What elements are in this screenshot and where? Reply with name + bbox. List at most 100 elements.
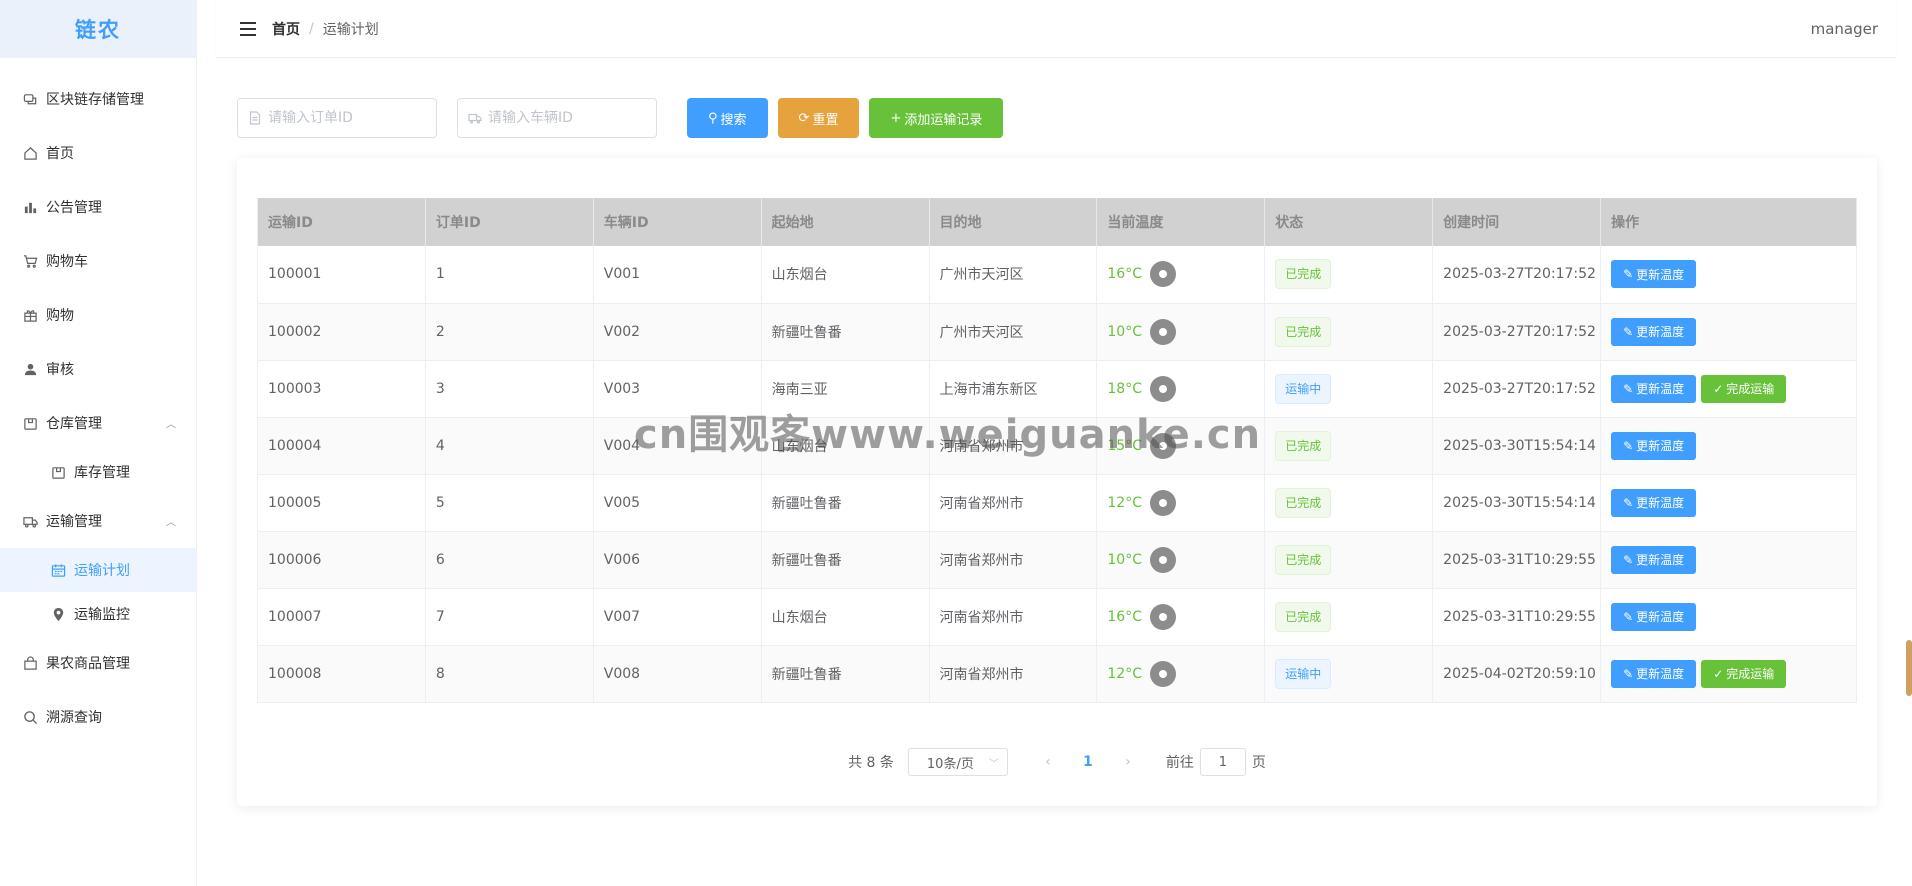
update-temperature-button[interactable]: ✎ 更新温度 xyxy=(1611,659,1697,688)
cell-created-time: 2025-03-27T20:17:52 xyxy=(1432,360,1602,418)
goto-prefix: 前往 xyxy=(1165,755,1194,771)
cell-destination: 河南省郑州市 xyxy=(929,588,1098,646)
cell-order-id: 6 xyxy=(425,531,594,589)
vehicle-id-field[interactable] xyxy=(457,98,657,138)
scroll-handle[interactable] xyxy=(1906,640,1912,696)
box-icon xyxy=(50,464,66,480)
sidebar-item-audit[interactable]: 审核 xyxy=(0,342,196,396)
cell-destination: 广州市天河区 xyxy=(929,303,1098,361)
cell-status: 已完成 xyxy=(1264,588,1434,646)
update-temperature-button[interactable]: ✎ 更新温度 xyxy=(1611,374,1697,403)
temperature-value: 18°C xyxy=(1107,375,1176,402)
vehicle-id-input[interactable] xyxy=(488,110,648,126)
bar-chart-icon xyxy=(22,199,38,215)
temperature-value: 10°C xyxy=(1107,546,1176,573)
temperature-value: 16°C xyxy=(1107,261,1176,288)
sidebar-item-label: 购物车 xyxy=(46,254,88,270)
status-badge: 已完成 xyxy=(1275,259,1332,290)
cell-transport-id: 100004 xyxy=(257,417,426,475)
complete-transport-button[interactable]: ✓ 完成运输 xyxy=(1701,374,1787,403)
cell-actions: ✎ 更新温度 xyxy=(1600,303,1857,361)
goto-page-input[interactable]: 1 xyxy=(1199,748,1246,776)
cell-actions: ✎ 更新温度 ✓ 完成运输 xyxy=(1600,645,1857,703)
cell-status: 已完成 xyxy=(1264,246,1434,304)
sidebar-item-transport[interactable]: 运输管理 ︿ xyxy=(0,494,196,548)
cell-vehicle-id: V007 xyxy=(593,588,762,646)
cell-vehicle-id: V005 xyxy=(593,474,762,532)
status-badge: 已完成 xyxy=(1275,487,1332,518)
column-header: 操作 xyxy=(1600,198,1857,246)
cart-icon xyxy=(22,253,38,269)
cell-vehicle-id: V006 xyxy=(593,531,762,589)
column-header: 车辆ID xyxy=(593,198,762,246)
table-row: 100008 8 V008 新疆吐鲁番 河南省郑州市 12°C 运输中 2025… xyxy=(257,645,1857,703)
sidebar-item-home[interactable]: 首页 xyxy=(0,126,196,180)
box-icon xyxy=(22,415,38,431)
next-page-button[interactable]: › xyxy=(1113,754,1143,770)
breadcrumb-home[interactable]: 首页 xyxy=(272,19,300,39)
update-temperature-button[interactable]: ✎ 更新温度 xyxy=(1611,260,1697,289)
sidebar-item-fruit-products[interactable]: 果农商品管理 xyxy=(0,636,196,690)
update-temperature-button[interactable]: ✎ 更新温度 xyxy=(1611,431,1697,460)
user-name[interactable]: manager xyxy=(1811,20,1878,38)
cell-vehicle-id: V008 xyxy=(593,645,762,703)
status-badge: 已完成 xyxy=(1275,601,1332,632)
sidebar-item-warehouse[interactable]: 仓库管理 ︿ xyxy=(0,396,196,450)
table-card: 运输ID 订单ID 车辆ID 起始地 目的地 当前温度 状态 创建时间 操作 1… xyxy=(237,158,1877,806)
cell-order-id: 2 xyxy=(425,303,594,361)
location-icon xyxy=(50,606,66,622)
temperature-text: 10°C xyxy=(1107,323,1142,340)
order-id-field[interactable] xyxy=(237,98,437,138)
cell-transport-id: 100005 xyxy=(257,474,426,532)
thermometer-icon xyxy=(1149,375,1176,402)
pagination: 共 8 条 10条/页 ﹀ ‹ 1 › 前往 1 页 xyxy=(237,748,1877,776)
update-label: 更新温度 xyxy=(1636,325,1685,339)
cell-origin: 新疆吐鲁番 xyxy=(761,474,930,532)
prev-page-button[interactable]: ‹ xyxy=(1033,754,1063,770)
reset-button[interactable]: ⟳ 重置 xyxy=(777,98,860,138)
page-number-current[interactable]: 1 xyxy=(1073,754,1103,770)
edit-icon: ✎ xyxy=(1623,609,1634,624)
search-button[interactable]: ⚲ 搜索 xyxy=(687,98,768,138)
update-temperature-button[interactable]: ✎ 更新温度 xyxy=(1611,545,1697,574)
plus-icon: + xyxy=(890,110,902,126)
table-row: 100002 2 V002 新疆吐鲁番 广州市天河区 10°C 已完成 2025… xyxy=(257,303,1857,361)
menu-toggle-icon[interactable] xyxy=(240,21,256,36)
sidebar-item-label: 公告管理 xyxy=(46,200,102,216)
sidebar-item-shopping[interactable]: 购物 xyxy=(0,288,196,342)
breadcrumb-current: 运输计划 xyxy=(322,21,379,38)
update-temperature-button[interactable]: ✎ 更新温度 xyxy=(1611,317,1697,346)
cell-transport-id: 100007 xyxy=(257,588,426,646)
chevron-down-icon: ﹀ xyxy=(988,758,999,770)
temperature-text: 16°C xyxy=(1107,266,1142,283)
complete-transport-button[interactable]: ✓ 完成运输 xyxy=(1701,659,1787,688)
cell-actions: ✎ 更新温度 xyxy=(1600,474,1857,532)
page-size-select[interactable]: 10条/页 ﹀ xyxy=(907,748,1008,776)
header: 首页 / 运输计划 manager xyxy=(216,0,1896,58)
update-temperature-button[interactable]: ✎ 更新温度 xyxy=(1611,602,1697,631)
table-row: 100007 7 V007 山东烟台 河南省郑州市 16°C 已完成 2025-… xyxy=(257,588,1857,646)
sidebar: 链农 区块链存储管理 首页 公告管理 购物车 购物 审核 仓库管理 ︿ 库存管理… xyxy=(0,0,197,886)
cell-temperature: 10°C xyxy=(1096,303,1266,361)
update-temperature-button[interactable]: ✎ 更新温度 xyxy=(1611,488,1697,517)
sidebar-item-cart[interactable]: 购物车 xyxy=(0,234,196,288)
temperature-text: 18°C xyxy=(1107,380,1142,397)
breadcrumb-separator: / xyxy=(309,20,314,37)
sidebar-item-label: 区块链存储管理 xyxy=(46,92,144,108)
sidebar-item-label: 审核 xyxy=(46,362,74,378)
sidebar-item-inventory[interactable]: 库存管理 xyxy=(0,450,196,494)
add-transport-button[interactable]: + 添加运输记录 xyxy=(869,98,1004,138)
sidebar-item-transport-monitor[interactable]: 运输监控 xyxy=(0,592,196,636)
sidebar-item-transport-plan[interactable]: 运输计划 xyxy=(0,548,196,592)
cell-transport-id: 100008 xyxy=(257,645,426,703)
edit-icon: ✎ xyxy=(1623,324,1634,339)
chevron-up-icon: ︿ xyxy=(166,419,176,431)
sidebar-item-blockchain[interactable]: 区块链存储管理 xyxy=(0,72,196,126)
calendar-icon xyxy=(50,562,66,578)
search-toolbar: ⚲搜索 ⟳重置 +添加运输记录 xyxy=(237,98,1013,138)
sidebar-item-notice[interactable]: 公告管理 xyxy=(0,180,196,234)
cell-origin: 山东烟台 xyxy=(761,588,930,646)
order-id-input[interactable] xyxy=(268,110,428,126)
status-badge: 运输中 xyxy=(1275,658,1332,689)
sidebar-item-trace[interactable]: 溯源查询 xyxy=(0,690,196,744)
